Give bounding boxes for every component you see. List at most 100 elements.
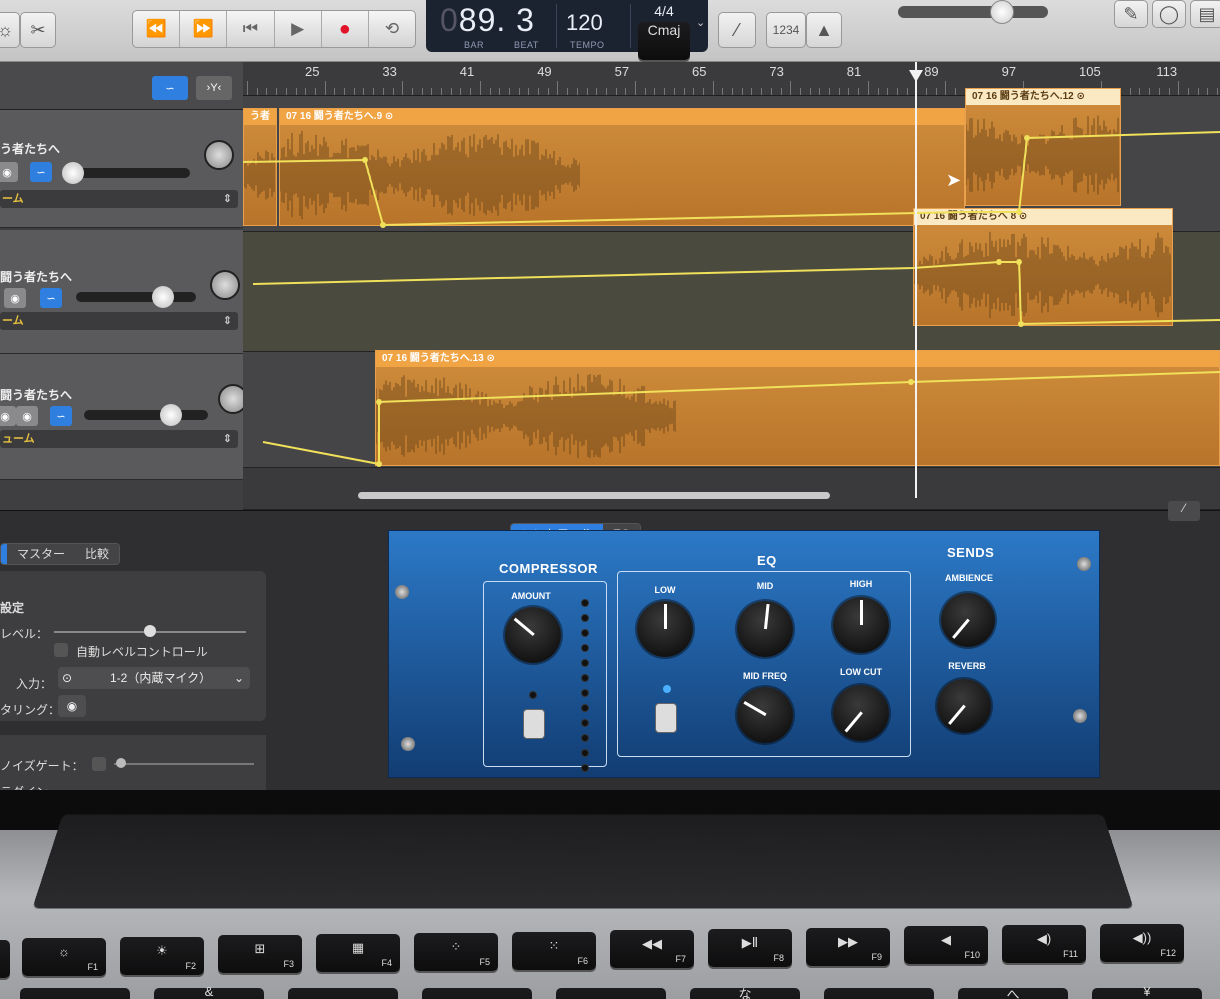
meter-led <box>581 719 589 727</box>
function-key[interactable]: ⁙ F6 <box>512 932 596 970</box>
metronome-icon[interactable]: ▲ <box>806 12 842 48</box>
ambience-knob[interactable] <box>941 593 995 647</box>
function-key[interactable]: ◀) F11 <box>1002 925 1086 963</box>
monitor-icon[interactable]: ◉ <box>0 162 18 182</box>
cycle-button[interactable]: ⟲ <box>369 11 415 47</box>
track-volume-slider[interactable] <box>84 410 208 420</box>
monitoring-icon[interactable]: ◉ <box>58 695 86 717</box>
track-header-2[interactable]: 闘う者たちへ ◉ ∽ ーム ⇕ <box>0 230 262 354</box>
meter-led <box>581 749 589 757</box>
tab-compare[interactable]: 比較 <box>75 544 119 564</box>
rewind-button[interactable]: ⏪ <box>133 11 180 47</box>
mid-knob[interactable] <box>737 601 793 657</box>
automation-toggle-icon[interactable]: ∽ <box>40 288 62 308</box>
track-name[interactable]: 闘う者たちへ <box>0 386 72 403</box>
low-cut-knob[interactable] <box>833 685 889 741</box>
notepad-icon[interactable]: ✎ <box>1114 0 1148 28</box>
keyboard-key[interactable] <box>556 988 666 999</box>
chevron-down-icon[interactable]: ⌄ <box>696 16 706 29</box>
escape-key[interactable] <box>0 940 10 978</box>
keyboard-key[interactable]: な <box>690 988 800 999</box>
noise-gate-checkbox[interactable] <box>92 757 106 771</box>
monitor-icon[interactable]: ◉ <box>16 406 38 426</box>
master-volume-slider[interactable] <box>898 6 1048 18</box>
mute-icon[interactable]: ◉ <box>0 406 16 426</box>
automation-parameter-select[interactable]: ューム ⇕ <box>0 430 238 448</box>
lcd-display[interactable]: 089. 3 BAR BEAT 120 TEMPO 4/4 Cmaj ⌄ <box>426 0 708 52</box>
track-header-3[interactable]: 闘う者たちへ ◉ ◉ ∽ ューム ⇕ <box>0 354 262 480</box>
track-name[interactable]: う者たちへ <box>0 140 60 157</box>
low-cut-label: LOW CUT <box>821 667 901 677</box>
playhead[interactable] <box>915 62 917 498</box>
tracks-area[interactable]: 25 33 41 49 57 65 73 81 89 97 105 113 う者 07 16 闘う者た… <box>243 62 1220 510</box>
tuner-icon[interactable]: ⁄ <box>718 12 756 48</box>
screw-icon <box>401 737 415 751</box>
function-key[interactable]: ⁘ F5 <box>414 933 498 971</box>
monitor-icon[interactable]: ◉ <box>4 288 26 308</box>
mid-freq-knob[interactable] <box>737 687 793 743</box>
track-name[interactable]: 闘う者たちへ <box>0 268 72 285</box>
smart-controls-icon[interactable]: ☼ <box>0 12 20 48</box>
keyboard-key[interactable] <box>422 988 532 999</box>
function-key[interactable]: ◀◀ F7 <box>610 930 694 968</box>
go-to-beginning-button[interactable]: ⏮ <box>227 11 274 47</box>
play-button[interactable]: ▶ <box>275 11 322 47</box>
horizontal-scrollbar[interactable] <box>358 492 830 499</box>
meter-led <box>581 644 589 652</box>
keyboard-key[interactable] <box>20 988 130 999</box>
function-key[interactable]: ☀ F2 <box>120 937 204 975</box>
screen-photo: ☼ ✂ ⏪ ⏩ ⏮ ▶ ● ⟲ 089. 3 BAR BEAT 120 TEMP… <box>0 0 1220 999</box>
fast-forward-button[interactable]: ⏩ <box>180 11 227 47</box>
record-button[interactable]: ● <box>322 11 369 47</box>
track-header-1[interactable]: う者たちへ ◉ ∽ ーム ⇕ <box>0 110 262 228</box>
meter-led <box>581 734 589 742</box>
reverb-label: REVERB <box>927 661 1007 671</box>
high-label: HIGH <box>821 579 901 589</box>
function-key[interactable]: ▶Ⅱ F8 <box>708 929 792 967</box>
tempo-value: 120 <box>566 10 603 36</box>
low-knob[interactable] <box>637 601 693 657</box>
function-key[interactable]: ▦ F4 <box>316 934 400 972</box>
keyboard-key[interactable]: へ <box>958 988 1068 999</box>
automation-toggle-icon[interactable]: ∽ <box>50 406 72 426</box>
automation-parameter-select[interactable]: ーム ⇕ <box>0 312 238 330</box>
level-slider-knob[interactable] <box>144 625 156 637</box>
keyboard-key[interactable] <box>288 988 398 999</box>
count-in-button[interactable]: 1234 <box>766 12 806 48</box>
function-key[interactable]: ▶▶ F9 <box>806 928 890 966</box>
function-key[interactable]: ⊞ F3 <box>218 935 302 973</box>
laptop-hinge <box>32 814 1133 908</box>
function-key[interactable]: ◀)) F12 <box>1100 924 1184 962</box>
reverb-knob[interactable] <box>937 679 991 733</box>
eq-toggle[interactable] <box>655 703 677 733</box>
track-volume-knob[interactable] <box>160 404 182 426</box>
function-key[interactable]: ☼ F1 <box>22 938 106 976</box>
keyboard-key[interactable] <box>824 988 934 999</box>
track-volume-knob[interactable] <box>152 286 174 308</box>
catch-playhead-icon[interactable]: ›Y‹ <box>196 76 232 100</box>
pan-knob[interactable] <box>210 270 240 300</box>
master-volume-knob[interactable] <box>990 0 1014 24</box>
automation-toggle-icon[interactable]: ∽ <box>30 162 52 182</box>
loop-browser-icon[interactable]: ◯ <box>1152 0 1186 28</box>
high-knob[interactable] <box>833 597 889 653</box>
track-volume-slider[interactable] <box>76 292 196 302</box>
automation-icon[interactable]: ∽ <box>152 76 188 100</box>
compressor-toggle[interactable] <box>523 709 545 739</box>
auto-level-checkbox[interactable] <box>54 643 68 657</box>
amount-knob[interactable] <box>505 607 561 663</box>
scissors-icon[interactable]: ✂ <box>20 12 56 48</box>
noise-gate-slider[interactable] <box>114 763 254 765</box>
function-key[interactable]: ◀ F10 <box>904 926 988 964</box>
noise-gate-knob[interactable] <box>116 758 126 768</box>
keyboard-key[interactable]: ¥ <box>1092 988 1202 999</box>
automation-parameter-select[interactable]: ーム ⇕ <box>0 190 238 208</box>
media-browser-icon[interactable]: ▤ <box>1190 0 1220 28</box>
edit-pencil-icon[interactable]: ⁄ <box>1168 501 1200 521</box>
chevron-down-icon: ⌄ <box>234 667 244 689</box>
track-volume-knob[interactable] <box>62 162 84 184</box>
pan-knob[interactable] <box>204 140 234 170</box>
keyboard-key[interactable]: & <box>154 988 264 999</box>
tab-master[interactable]: マスター <box>7 544 75 564</box>
input-select[interactable]: ⊙ 1-2（内蔵マイク） ⌄ <box>58 667 250 689</box>
